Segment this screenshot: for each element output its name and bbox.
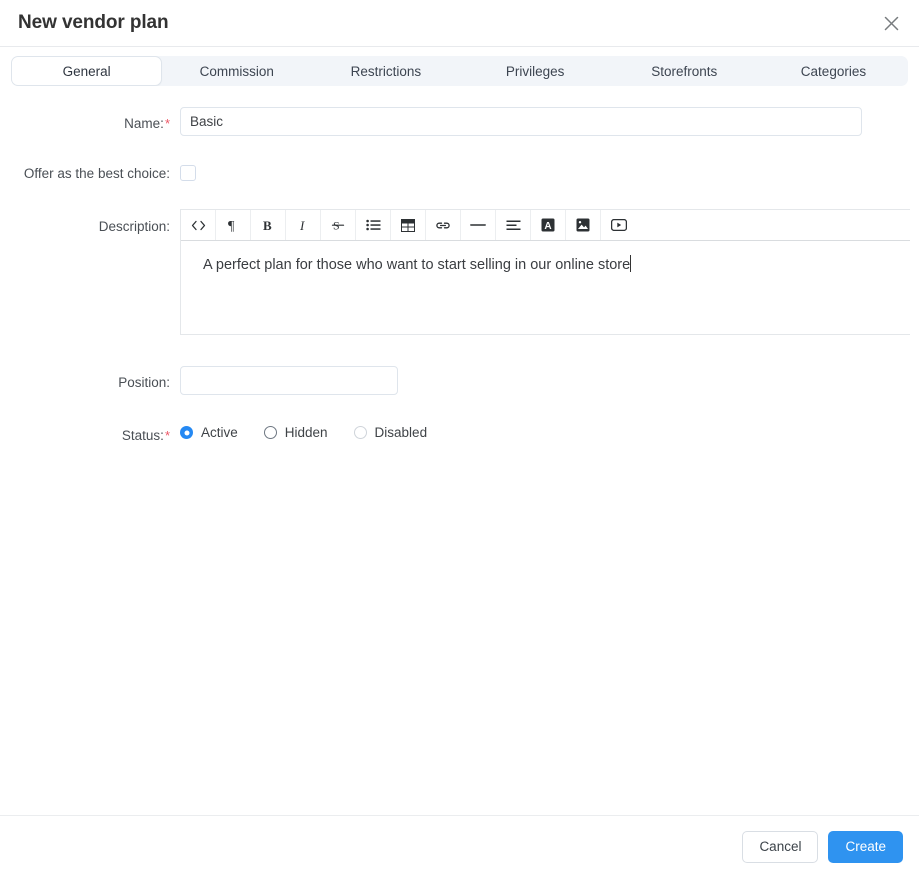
editor-toolbar: ¶ B I S A: [181, 210, 910, 241]
create-button[interactable]: Create: [828, 830, 903, 863]
page-title: New vendor plan: [18, 12, 169, 33]
italic-icon[interactable]: I: [286, 210, 321, 240]
tab-bar-wrapper: General Commission Restrictions Privileg…: [0, 47, 919, 86]
horizontal-rule-icon[interactable]: [461, 210, 496, 240]
name-label: Name:*: [0, 107, 180, 131]
tab-storefronts-label: Storefronts: [651, 63, 718, 79]
tab-categories[interactable]: Categories: [759, 56, 908, 86]
text-color-icon[interactable]: A: [531, 210, 566, 240]
bold-icon[interactable]: B: [251, 210, 286, 240]
tab-general[interactable]: General: [11, 56, 163, 86]
video-icon[interactable]: [601, 210, 636, 240]
text-caret: [630, 255, 632, 272]
status-row: Status:* Active Hidden Disabled: [0, 426, 919, 443]
radio-hidden-label: Hidden: [284, 425, 328, 440]
tab-commission-label: Commission: [199, 63, 274, 79]
new-vendor-plan-modal: New vendor plan General Commission Restr…: [0, 0, 919, 877]
table-icon[interactable]: [391, 210, 426, 240]
status-required-marker: *: [164, 428, 170, 443]
name-label-text: Name:: [124, 116, 164, 131]
status-label: Status:*: [0, 426, 180, 443]
radio-active-indicator: [180, 426, 193, 440]
status-radio-active[interactable]: Active: [180, 426, 238, 440]
radio-disabled-label: Disabled: [374, 425, 428, 440]
cancel-button[interactable]: Cancel: [742, 830, 819, 863]
tab-privileges[interactable]: Privileges: [461, 56, 610, 86]
position-input[interactable]: [180, 366, 398, 395]
svg-text:B: B: [263, 218, 272, 232]
status-radio-group: Active Hidden Disabled: [180, 426, 427, 440]
align-icon[interactable]: [496, 210, 531, 240]
tab-restrictions[interactable]: Restrictions: [311, 56, 460, 86]
position-row: Position:: [0, 366, 919, 395]
name-row: Name:*: [0, 107, 919, 136]
best-choice-row: Offer as the best choice:: [0, 165, 919, 181]
description-textarea[interactable]: A perfect plan for those who want to sta…: [181, 241, 910, 334]
description-editor: ¶ B I S A A perfect plan for those who w…: [180, 209, 910, 335]
source-code-icon[interactable]: [181, 210, 216, 240]
name-required-marker: *: [164, 116, 170, 131]
description-text: A perfect plan for those who want to sta…: [203, 257, 631, 273]
best-choice-label: Offer as the best choice:: [23, 166, 170, 181]
modal-body: Name:* Offer as the best choice: Descrip…: [0, 86, 919, 815]
radio-active-label: Active: [201, 425, 238, 440]
modal-header: New vendor plan: [0, 0, 919, 47]
status-label-text: Status:: [121, 428, 164, 443]
radio-hidden-indicator: [263, 426, 277, 440]
position-label: Position:: [118, 375, 170, 390]
strikethrough-icon[interactable]: S: [321, 210, 356, 240]
status-radio-disabled[interactable]: Disabled: [353, 425, 428, 440]
svg-text:I: I: [299, 218, 305, 232]
description-row: Description: ¶ B I S A A perfect plan fo…: [0, 209, 919, 335]
description-label: Description:: [98, 219, 170, 234]
radio-disabled-indicator: [353, 426, 367, 440]
link-icon[interactable]: [426, 210, 461, 240]
tab-bar: General Commission Restrictions Privileg…: [11, 56, 908, 86]
svg-text:¶: ¶: [228, 219, 235, 232]
image-icon[interactable]: [566, 210, 601, 240]
tab-restrictions-label: Restrictions: [350, 63, 422, 79]
tab-commission[interactable]: Commission: [162, 56, 311, 86]
tab-categories-label: Categories: [800, 63, 867, 79]
paragraph-icon[interactable]: ¶: [216, 210, 251, 240]
svg-text:A: A: [544, 221, 551, 232]
name-input[interactable]: [180, 107, 862, 136]
tab-general-label: General: [62, 63, 111, 79]
best-choice-checkbox[interactable]: [180, 165, 196, 181]
modal-footer: Cancel Create: [0, 815, 919, 877]
close-icon[interactable]: [877, 9, 905, 37]
bullet-list-icon[interactable]: [356, 210, 391, 240]
tab-privileges-label: Privileges: [505, 63, 565, 79]
status-radio-hidden[interactable]: Hidden: [263, 425, 328, 440]
tab-storefronts[interactable]: Storefronts: [610, 56, 759, 86]
